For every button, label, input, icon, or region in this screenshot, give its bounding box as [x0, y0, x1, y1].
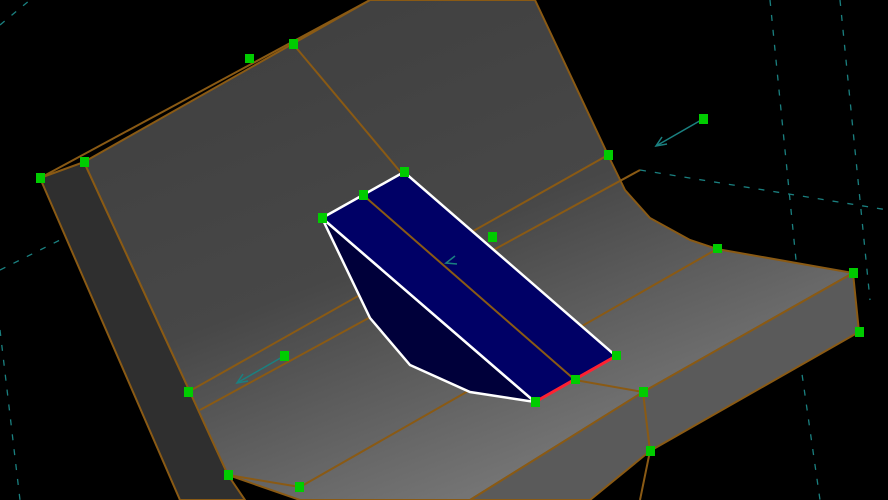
scene[interactable]: [0, 0, 888, 500]
3d-viewport[interactable]: [0, 0, 888, 500]
